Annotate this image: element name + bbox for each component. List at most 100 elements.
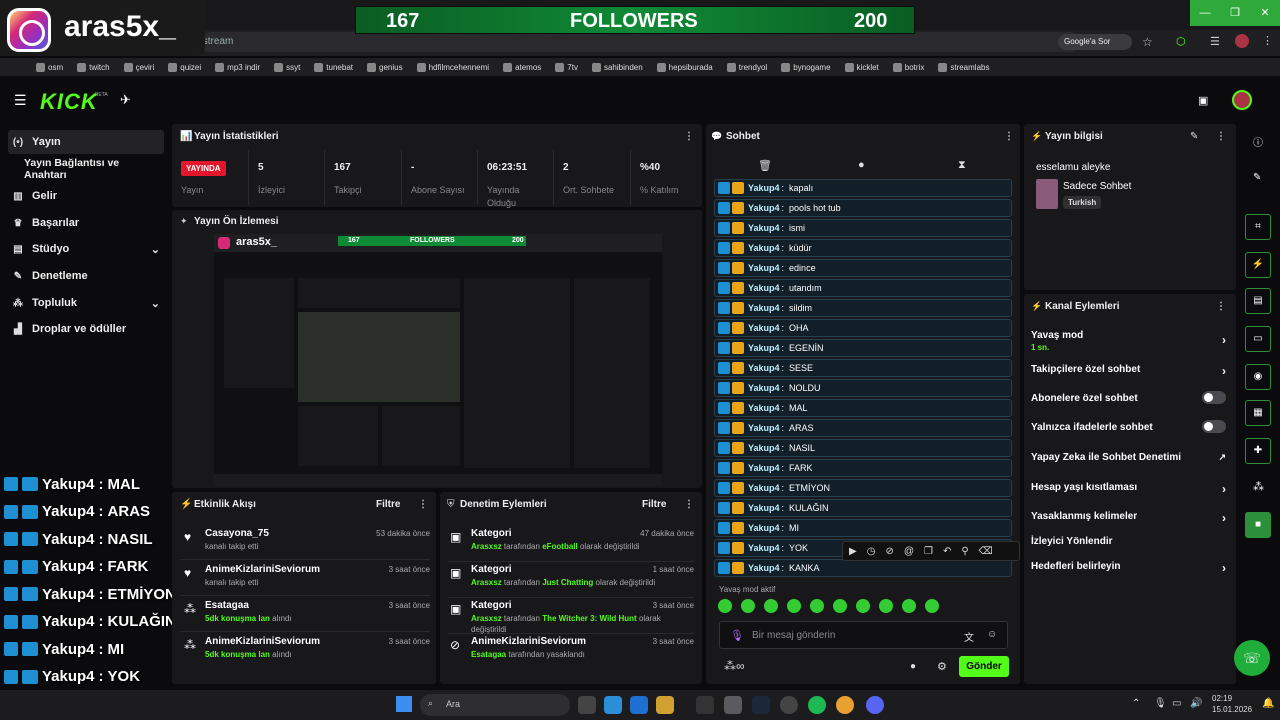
moderation-row[interactable]: ▣ Kategori Arasxsz tarafından The Witcher … bbox=[448, 600, 694, 634]
preview-video[interactable]: aras5x_ 167 FOLLOWERS 200 bbox=[214, 234, 662, 486]
chat-message[interactable]: Yakup4: ARAS bbox=[714, 419, 1012, 437]
chat-username[interactable]: Yakup4 bbox=[748, 563, 780, 573]
activity-filter-button[interactable]: Filtre bbox=[376, 499, 400, 510]
task-view-icon[interactable] bbox=[578, 696, 596, 714]
steam-icon[interactable] bbox=[752, 696, 770, 714]
chat-username[interactable]: Yakup4 bbox=[748, 203, 780, 213]
rail-scan-icon[interactable]: ⌗ bbox=[1245, 214, 1271, 240]
tray-chevron-icon[interactable]: ⌃ bbox=[1132, 698, 1140, 709]
app-icon[interactable] bbox=[724, 696, 742, 714]
chat-username[interactable]: Yakup4 bbox=[748, 543, 780, 553]
delete-icon[interactable]: ⌫ bbox=[979, 546, 993, 557]
activity-menu-icon[interactable]: ⋮ bbox=[418, 499, 428, 510]
toggle-switch[interactable] bbox=[1202, 391, 1226, 404]
mute-icon[interactable]: ⊘ bbox=[885, 546, 893, 557]
chat-username[interactable]: Yakup4 bbox=[748, 343, 780, 353]
rail-tool-icon[interactable]: ✚ bbox=[1245, 438, 1271, 464]
star-icon[interactable]: ☆ bbox=[1142, 35, 1153, 49]
support-button[interactable]: ☏ bbox=[1234, 640, 1270, 676]
pin-icon[interactable]: ✈ bbox=[120, 92, 131, 108]
chat-message[interactable]: Yakup4: NASIL bbox=[714, 439, 1012, 457]
close-button[interactable]: ✕ bbox=[1250, 0, 1280, 26]
chat-username[interactable]: Yakup4 bbox=[748, 323, 780, 333]
sidebar-item-0[interactable]: (•) Yayın bbox=[8, 130, 164, 154]
chat-username[interactable]: Yakup4 bbox=[748, 223, 780, 233]
reply-icon[interactable]: ↶ bbox=[943, 546, 951, 557]
bookmark-12[interactable]: hepsiburada bbox=[656, 62, 713, 72]
network-icon[interactable]: ▭ bbox=[1172, 698, 1181, 709]
sidebar-item-1[interactable]: Yayın Bağlantısı ve Anahtarı bbox=[8, 157, 164, 181]
chat-username[interactable]: Yakup4 bbox=[748, 423, 780, 433]
chat-message[interactable]: Yakup4: sildim bbox=[714, 299, 1012, 317]
chat-message[interactable]: Yakup4: MAL bbox=[714, 399, 1012, 417]
bookmark-10[interactable]: 7tv bbox=[555, 62, 578, 72]
bookmark-13[interactable]: trendyol bbox=[726, 62, 767, 72]
rail-info-icon[interactable]: ⓘ bbox=[1253, 134, 1263, 149]
sidebar-item-5[interactable]: ✎ Denetleme bbox=[8, 264, 164, 288]
channel-action-2[interactable]: Abonelere özel sohbet bbox=[1031, 391, 1226, 407]
moderation-row[interactable]: ▣ Kategori Arasxsz tarafından eFootball ol… bbox=[448, 528, 694, 562]
bookmark-6[interactable]: tunebat bbox=[314, 62, 353, 72]
chat-message[interactable]: Yakup4: edince bbox=[714, 259, 1012, 277]
play-icon[interactable]: ▶ bbox=[849, 546, 857, 557]
chat-message[interactable]: Yakup4: pools hot tub bbox=[714, 199, 1012, 217]
channel-actions-menu-icon[interactable]: ⋮ bbox=[1216, 301, 1226, 312]
pin-message-icon[interactable]: ⚲ bbox=[961, 546, 968, 557]
chat-menu-icon[interactable]: ⋮ bbox=[1004, 131, 1014, 142]
edit-icon[interactable]: ✎ bbox=[1190, 131, 1198, 142]
chat-username[interactable]: Yakup4 bbox=[748, 283, 780, 293]
chat-username[interactable]: Yakup4 bbox=[748, 463, 780, 473]
user-avatar[interactable] bbox=[1232, 90, 1252, 110]
spotify-icon[interactable] bbox=[808, 696, 826, 714]
profile-avatar[interactable] bbox=[1235, 34, 1249, 48]
stream-info-menu-icon[interactable]: ⋮ bbox=[1216, 131, 1226, 142]
bookmark-14[interactable]: bynogame bbox=[781, 62, 831, 72]
points-icon[interactable]: ⁂∞ bbox=[724, 659, 745, 673]
chat-message[interactable]: Yakup4: MI bbox=[714, 519, 1012, 537]
channel-action-3[interactable]: Yalnızca ifadelerle sohbet bbox=[1031, 420, 1226, 436]
chat-message[interactable]: Yakup4: KANKA bbox=[714, 559, 1012, 577]
chat-message[interactable]: Yakup4: KULAĞIN bbox=[714, 499, 1012, 517]
chat-message[interactable]: Yakup4: küdür bbox=[714, 239, 1012, 257]
channel-action-7[interactable]: İzleyici Yönlendir bbox=[1031, 536, 1226, 550]
sidebar-item-2[interactable]: ▥ Gelir bbox=[8, 184, 164, 208]
extension-icon[interactable]: ⬡ bbox=[1176, 35, 1186, 48]
chat-username[interactable]: Yakup4 bbox=[748, 363, 780, 373]
sidebar-item-4[interactable]: ▤ Stüdyo ⌄ bbox=[8, 237, 164, 261]
channel-action-8[interactable]: Hedefleri belirleyin › bbox=[1031, 561, 1226, 575]
chat-rules-icon[interactable]: ● bbox=[910, 661, 916, 672]
bookmark-11[interactable]: sahibinden bbox=[591, 62, 643, 72]
microphone-icon[interactable]: 🎙 bbox=[730, 629, 744, 642]
moderation-filter-button[interactable]: Filtre bbox=[642, 499, 666, 510]
channel-action-6[interactable]: Yasaklanmış kelimeler › bbox=[1031, 511, 1226, 525]
bookmark-17[interactable]: streamlabs bbox=[938, 62, 989, 72]
channel-action-4[interactable]: Yapay Zeka ile Sohbet Denetimi ↗ bbox=[1031, 452, 1226, 466]
chat-message[interactable]: Yakup4: FARK bbox=[714, 459, 1012, 477]
taskbar-search[interactable]: Ara bbox=[420, 694, 570, 716]
address-bar[interactable] bbox=[200, 32, 1080, 52]
chat-username[interactable]: Yakup4 bbox=[748, 483, 780, 493]
chat-username[interactable]: Yakup4 bbox=[748, 243, 780, 253]
camera-icon[interactable]: ▣ bbox=[1198, 94, 1208, 107]
mic-tray-icon[interactable]: 🎙 bbox=[1154, 698, 1167, 709]
restore-button[interactable]: ❐ bbox=[1220, 0, 1250, 26]
hourglass-icon[interactable]: ⧗ bbox=[958, 159, 966, 172]
bookmark-4[interactable]: mp3 indir bbox=[215, 62, 260, 72]
chat-message[interactable]: Yakup4: EGENİN bbox=[714, 339, 1012, 357]
chat-username[interactable]: Yakup4 bbox=[748, 503, 780, 513]
stats-menu-icon[interactable]: ⋮ bbox=[684, 131, 694, 142]
notification-icon[interactable]: 🔔 bbox=[1262, 698, 1274, 709]
chat-username[interactable]: Yakup4 bbox=[748, 263, 780, 273]
hamburger-icon[interactable]: ☰ bbox=[14, 92, 27, 109]
rail-chat-icon[interactable]: ▭ bbox=[1245, 326, 1271, 352]
toggle-switch[interactable] bbox=[1202, 420, 1226, 433]
settings-icon[interactable]: ⚙ bbox=[937, 660, 947, 673]
activity-row[interactable]: ♥ Casayona_75 kanalı takip etti 53 dakika ö… bbox=[180, 528, 430, 560]
moderation-row[interactable]: ▣ Kategori Arasxsz tarafından Just Chattin… bbox=[448, 564, 694, 598]
bookmark-15[interactable]: kicklet bbox=[844, 62, 879, 72]
bookmark-3[interactable]: quizei bbox=[168, 62, 201, 72]
rail-broadcast-icon[interactable]: ◉ bbox=[1245, 364, 1271, 390]
chat-username[interactable]: Yakup4 bbox=[748, 523, 780, 533]
translate-icon[interactable]: 文 bbox=[964, 629, 974, 644]
bookmark-0[interactable]: osm bbox=[36, 62, 63, 72]
